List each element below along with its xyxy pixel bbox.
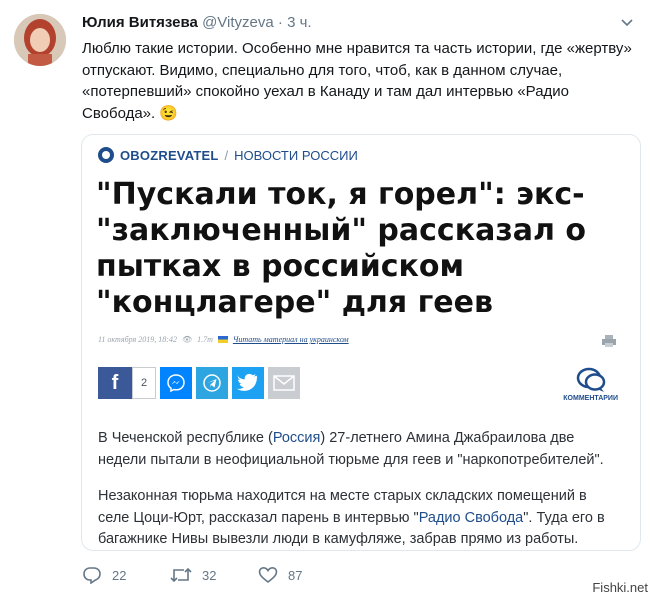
facebook-share-button[interactable]: f xyxy=(98,367,132,399)
facebook-share-count: 2 xyxy=(132,367,156,399)
brand-separator: / xyxy=(224,147,229,163)
messenger-icon xyxy=(167,374,185,393)
tweet: Юлия Витязева @Vityzeva · 3 ч. Люблю так… xyxy=(0,0,652,601)
eye-icon: 👁 xyxy=(181,335,193,344)
share-bar: f 2 xyxy=(98,367,300,399)
author-name[interactable]: Юлия Витязева xyxy=(82,14,198,31)
tweet-time[interactable]: 3 ч. xyxy=(287,14,312,31)
retweet-icon xyxy=(170,567,192,583)
ukrainian-version-link[interactable]: Читать материал на украинском xyxy=(233,335,349,344)
twitter-share-button[interactable] xyxy=(232,367,264,399)
twitter-bird-icon xyxy=(237,373,258,391)
radio-svoboda-link[interactable]: Радио Свобода xyxy=(419,510,524,526)
heart-icon xyxy=(258,566,278,584)
comments-button[interactable]: КОММЕНТАРИИ xyxy=(563,367,618,402)
brand-name: OBOZREVATEL xyxy=(120,147,219,163)
article-headline: "Пускали ток, я горел": экс-"заключенный… xyxy=(96,177,587,320)
separator: · xyxy=(277,14,283,31)
brand-section: НОВОСТИ РОССИИ xyxy=(234,147,358,163)
email-share-button[interactable] xyxy=(268,367,300,399)
chevron-down-icon[interactable] xyxy=(620,16,634,30)
comments-icon xyxy=(576,367,605,392)
author-handle[interactable]: @Vityzeva xyxy=(202,14,274,31)
wink-emoji: 😉 xyxy=(159,104,179,122)
article-paragraph: В Чеченской республике (Россия) 27-летне… xyxy=(98,428,618,471)
link-card[interactable]: OBOZREVATEL / НОВОСТИ РОССИИ "Пускали то… xyxy=(81,134,641,551)
article-paragraph: Незаконная тюрьма находится на месте ста… xyxy=(98,486,618,550)
watermark: Fishki.net xyxy=(592,580,648,595)
telegram-share-button[interactable] xyxy=(196,367,228,399)
like-count: 87 xyxy=(288,567,303,583)
avatar[interactable] xyxy=(14,14,66,66)
telegram-icon xyxy=(203,374,221,392)
tweet-text: Люблю такие истории. Особенно мне нравит… xyxy=(82,38,638,124)
messenger-share-button[interactable] xyxy=(160,367,192,399)
comments-label: КОММЕНТАРИИ xyxy=(563,395,618,402)
russia-link[interactable]: Россия xyxy=(273,430,321,446)
reply-icon xyxy=(83,567,101,584)
brand-logo-icon xyxy=(98,147,114,163)
article-date: 11 октября 2019, 18:42 xyxy=(98,335,177,344)
para1-text-start: В Чеченской республике ( xyxy=(98,430,273,446)
reply-button[interactable]: 22 xyxy=(82,566,170,584)
retweet-button[interactable]: 32 xyxy=(170,566,258,584)
envelope-icon xyxy=(273,375,295,391)
reply-count: 22 xyxy=(112,567,127,583)
retweet-count: 32 xyxy=(202,567,217,583)
tweet-header: Юлия Витязева @Vityzeva · 3 ч. xyxy=(82,14,312,31)
print-icon[interactable] xyxy=(602,335,616,347)
article-meta: 11 октября 2019, 18:42 👁 1.7т Читать мат… xyxy=(98,335,349,344)
like-button[interactable]: 87 xyxy=(258,566,346,584)
ukraine-flag-icon xyxy=(217,336,228,343)
brand-bar: OBOZREVATEL / НОВОСТИ РОССИИ xyxy=(98,147,358,163)
tweet-actions: 22 32 87 xyxy=(82,566,346,584)
article-views: 1.7т xyxy=(197,335,213,344)
